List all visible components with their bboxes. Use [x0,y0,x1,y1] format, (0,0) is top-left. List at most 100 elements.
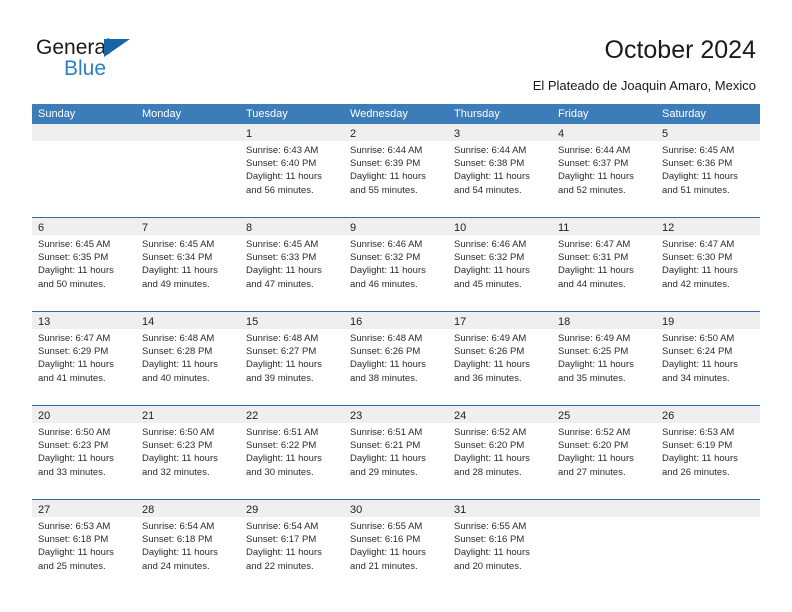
daylight-text-line2: and 26 minutes. [662,466,730,478]
day-details: Sunrise: 6:47 AM Sunset: 6:29 PM Daylight:… [32,329,136,385]
daylight-text-line1: Daylight: 11 hours [662,171,738,183]
weekday-wednesday: Wednesday [350,108,408,120]
calendar-day-cell[interactable]: 26 Sunrise: 6:53 AM Sunset: 6:19 PM Dayligh… [656,406,760,499]
calendar-day-cell-empty [656,500,760,593]
sunset-text: Sunset: 6:25 PM [558,346,629,358]
calendar-day-cell[interactable]: 6 Sunrise: 6:45 AM Sunset: 6:35 PM Daylight… [32,218,136,311]
daylight-text-line1: Daylight: 11 hours [246,171,322,183]
day-details: Sunrise: 6:50 AM Sunset: 6:23 PM Daylight:… [32,423,136,479]
day-number-band: 12 [656,218,760,235]
calendar-day-cell[interactable]: 13 Sunrise: 6:47 AM Sunset: 6:29 PM Dayligh… [32,312,136,405]
daylight-text-line1: Daylight: 11 hours [246,359,322,371]
daylight-text-line2: and 33 minutes. [38,466,106,478]
day-number-band: 11 [552,218,656,235]
sunrise-text: Sunrise: 6:45 AM [246,239,319,250]
sunrise-text: Sunrise: 6:47 AM [662,239,735,250]
sunrise-text: Sunrise: 6:50 AM [38,427,111,438]
sunset-text: Sunset: 6:30 PM [662,252,733,264]
calendar-day-cell[interactable]: 11 Sunrise: 6:47 AM Sunset: 6:31 PM Dayligh… [552,218,656,311]
daylight-text-line2: and 20 minutes. [454,560,522,572]
day-details: Sunrise: 6:45 AM Sunset: 6:35 PM Daylight:… [32,235,136,291]
calendar-day-cell[interactable]: 30 Sunrise: 6:55 AM Sunset: 6:16 PM Dayligh… [344,500,448,593]
calendar-day-cell[interactable]: 15 Sunrise: 6:48 AM Sunset: 6:27 PM Dayligh… [240,312,344,405]
calendar-day-cell[interactable]: 17 Sunrise: 6:49 AM Sunset: 6:26 PM Dayligh… [448,312,552,405]
calendar-day-cell[interactable]: 18 Sunrise: 6:49 AM Sunset: 6:25 PM Dayligh… [552,312,656,405]
sunset-text: Sunset: 6:23 PM [38,440,109,452]
calendar-week-row: 6 Sunrise: 6:45 AM Sunset: 6:35 PM Daylight… [32,217,760,311]
calendar-day-cell[interactable]: 20 Sunrise: 6:50 AM Sunset: 6:23 PM Dayligh… [32,406,136,499]
daylight-text-line2: and 49 minutes. [142,278,210,290]
daylight-text-line1: Daylight: 11 hours [454,453,530,465]
sunset-text: Sunset: 6:20 PM [558,440,629,452]
calendar-day-cell[interactable]: 9 Sunrise: 6:46 AM Sunset: 6:32 PM Daylight… [344,218,448,311]
daylight-text-line1: Daylight: 11 hours [662,359,738,371]
calendar-weeks: 1 Sunrise: 6:43 AM Sunset: 6:40 PM Daylight… [32,124,760,593]
day-details: Sunrise: 6:45 AM Sunset: 6:33 PM Daylight:… [240,235,344,291]
daylight-text-line1: Daylight: 11 hours [142,453,218,465]
day-number-band: 19 [656,312,760,329]
day-number: 1 [246,128,253,140]
daylight-text-line1: Daylight: 11 hours [350,359,426,371]
calendar-day-cell[interactable]: 21 Sunrise: 6:50 AM Sunset: 6:23 PM Dayligh… [136,406,240,499]
calendar-day-cell[interactable]: 27 Sunrise: 6:53 AM Sunset: 6:18 PM Dayligh… [32,500,136,593]
daylight-text-line2: and 46 minutes. [350,278,418,290]
daylight-text-line2: and 27 minutes. [558,466,626,478]
day-number: 13 [38,316,51,328]
daylight-text-line1: Daylight: 11 hours [246,547,322,559]
sunrise-text: Sunrise: 6:50 AM [662,333,735,344]
day-details: Sunrise: 6:43 AM Sunset: 6:40 PM Daylight:… [240,141,344,197]
calendar-day-cell[interactable]: 2 Sunrise: 6:44 AM Sunset: 6:39 PM Daylight… [344,124,448,217]
day-number: 12 [662,222,675,234]
weekday-thursday: Thursday [454,108,500,120]
calendar-day-cell[interactable]: 12 Sunrise: 6:47 AM Sunset: 6:30 PM Dayligh… [656,218,760,311]
calendar-day-cell[interactable]: 16 Sunrise: 6:48 AM Sunset: 6:26 PM Dayligh… [344,312,448,405]
calendar-day-cell[interactable]: 8 Sunrise: 6:45 AM Sunset: 6:33 PM Daylight… [240,218,344,311]
calendar-day-cell[interactable]: 23 Sunrise: 6:51 AM Sunset: 6:21 PM Dayligh… [344,406,448,499]
day-number-band: 18 [552,312,656,329]
calendar-day-cell[interactable]: 10 Sunrise: 6:46 AM Sunset: 6:32 PM Dayligh… [448,218,552,311]
daylight-text-line1: Daylight: 11 hours [38,547,114,559]
sunset-text: Sunset: 6:23 PM [142,440,213,452]
day-number: 19 [662,316,675,328]
sunrise-text: Sunrise: 6:52 AM [454,427,527,438]
calendar-day-cell[interactable]: 25 Sunrise: 6:52 AM Sunset: 6:20 PM Dayligh… [552,406,656,499]
daylight-text-line2: and 40 minutes. [142,372,210,384]
calendar-day-cell[interactable]: 3 Sunrise: 6:44 AM Sunset: 6:38 PM Daylight… [448,124,552,217]
daylight-text-line1: Daylight: 11 hours [142,359,218,371]
calendar-day-cell[interactable]: 7 Sunrise: 6:45 AM Sunset: 6:34 PM Daylight… [136,218,240,311]
daylight-text-line2: and 29 minutes. [350,466,418,478]
calendar-week-row: 13 Sunrise: 6:47 AM Sunset: 6:29 PM Dayligh… [32,311,760,405]
day-number: 21 [142,410,155,422]
calendar-day-cell[interactable]: 31 Sunrise: 6:55 AM Sunset: 6:16 PM Dayligh… [448,500,552,593]
sunrise-text: Sunrise: 6:43 AM [246,145,319,156]
calendar-day-cell[interactable]: 24 Sunrise: 6:52 AM Sunset: 6:20 PM Dayligh… [448,406,552,499]
calendar-day-cell[interactable]: 19 Sunrise: 6:50 AM Sunset: 6:24 PM Dayligh… [656,312,760,405]
sunset-text: Sunset: 6:34 PM [142,252,213,264]
day-number-band: 29 [240,500,344,517]
daylight-text-line2: and 56 minutes. [246,184,314,196]
daylight-text-line1: Daylight: 11 hours [350,453,426,465]
daylight-text-line2: and 44 minutes. [558,278,626,290]
calendar-day-cell[interactable]: 5 Sunrise: 6:45 AM Sunset: 6:36 PM Daylight… [656,124,760,217]
sunset-text: Sunset: 6:31 PM [558,252,629,264]
calendar-day-cell[interactable]: 29 Sunrise: 6:54 AM Sunset: 6:17 PM Dayligh… [240,500,344,593]
sunrise-text: Sunrise: 6:55 AM [350,521,423,532]
calendar-day-cell[interactable]: 1 Sunrise: 6:43 AM Sunset: 6:40 PM Daylight… [240,124,344,217]
day-number-band: 9 [344,218,448,235]
sunset-text: Sunset: 6:18 PM [142,534,213,546]
calendar-day-cell[interactable]: 4 Sunrise: 6:44 AM Sunset: 6:37 PM Daylight… [552,124,656,217]
day-number-band: 21 [136,406,240,423]
day-details: Sunrise: 6:55 AM Sunset: 6:16 PM Daylight:… [448,517,552,573]
day-number-band: 7 [136,218,240,235]
calendar-day-cell[interactable]: 22 Sunrise: 6:51 AM Sunset: 6:22 PM Dayligh… [240,406,344,499]
day-number: 24 [454,410,467,422]
day-details [656,517,760,520]
calendar-day-cell[interactable]: 14 Sunrise: 6:48 AM Sunset: 6:28 PM Dayligh… [136,312,240,405]
day-details: Sunrise: 6:54 AM Sunset: 6:18 PM Daylight:… [136,517,240,573]
page-header: General Blue October 2024 El Plateado de… [0,0,792,100]
day-details: Sunrise: 6:50 AM Sunset: 6:23 PM Daylight:… [136,423,240,479]
day-details: Sunrise: 6:53 AM Sunset: 6:19 PM Daylight:… [656,423,760,479]
calendar-day-cell[interactable]: 28 Sunrise: 6:54 AM Sunset: 6:18 PM Dayligh… [136,500,240,593]
day-number: 22 [246,410,259,422]
daylight-text-line2: and 22 minutes. [246,560,314,572]
